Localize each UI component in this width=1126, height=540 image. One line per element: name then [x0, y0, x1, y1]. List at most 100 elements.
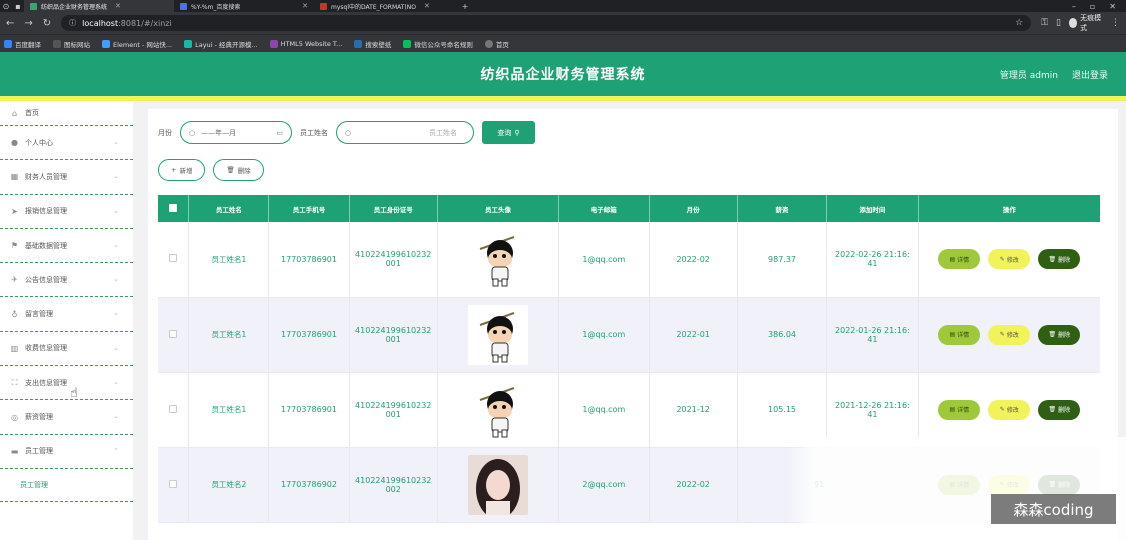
- browser-tab-2[interactable]: mysql中的DATE_FORMAT(NO ✕: [314, 0, 459, 12]
- id-line-1: 410224199610232: [355, 475, 432, 485]
- employee-phone-cell: 17703786902: [268, 447, 350, 523]
- bookmark-item[interactable]: 首页: [484, 39, 509, 49]
- coin-icon: ◎: [11, 412, 18, 422]
- bookmark-star-icon[interactable]: ☆: [1015, 18, 1023, 28]
- avatar-cell: [437, 297, 560, 373]
- sidebar-item-base-data[interactable]: ⚑ 基础数据管理 ⌄: [0, 229, 133, 264]
- row-checkbox[interactable]: [158, 447, 190, 523]
- row-delete-button[interactable]: 🗑删除: [1038, 249, 1081, 270]
- browser-menu-icon[interactable]: ⊙: [0, 0, 12, 12]
- page-title: 纺织品企业财务管理系统: [480, 67, 646, 83]
- chart-icon: ▥: [10, 343, 19, 353]
- sidebar-item-notice[interactable]: ✈ 公告信息管理 ⌄: [0, 263, 133, 298]
- edit-button[interactable]: ✎修改: [988, 324, 1031, 345]
- email-cell: 1@qq.com: [558, 372, 650, 448]
- delete-button[interactable]: 🗑 删除: [213, 159, 264, 181]
- sidebar-item-employee[interactable]: ▬ 员工管理 ⌃: [0, 435, 133, 469]
- detail-button[interactable]: ▤详情: [938, 399, 981, 420]
- logout-link[interactable]: 退出登录: [1072, 68, 1108, 81]
- edit-button[interactable]: ✎修改: [988, 249, 1031, 270]
- detail-button[interactable]: ▤详情: [938, 249, 981, 270]
- bookmark-item[interactable]: 搜索壁纸: [354, 39, 391, 49]
- pencil-icon: ✎: [999, 331, 1005, 338]
- col-header: 员工手机号: [268, 195, 350, 222]
- col-header: 添加时间: [826, 195, 919, 222]
- row-checkbox[interactable]: [158, 222, 190, 298]
- key-icon[interactable]: ⚿: [1041, 18, 1048, 28]
- incognito-badge[interactable]: 无痕模式: [1068, 13, 1103, 33]
- sidepanel-icon[interactable]: ▯: [1056, 18, 1061, 28]
- month-picker[interactable]: ○ ——年—月 ▭: [180, 121, 292, 144]
- new-tab-icon[interactable]: +: [459, 0, 471, 12]
- chevron-down-icon: ⌄: [113, 343, 119, 352]
- row-delete-button[interactable]: 🗑删除: [1038, 399, 1081, 420]
- bookmark-item[interactable]: 图标网站: [53, 39, 90, 49]
- doc-icon: ▤: [949, 255, 956, 263]
- bookmark-item[interactable]: Layui - 经典开源模...: [184, 39, 258, 49]
- calendar-icon[interactable]: ▭: [276, 129, 283, 137]
- close-icon[interactable]: ✕: [424, 2, 430, 10]
- sidebar-item-income[interactable]: ▥ 收费信息管理 ⌄: [0, 332, 133, 367]
- browser-tab-0[interactable]: 纺织品企业财务管理系统 ✕: [24, 0, 174, 12]
- employee-name-input[interactable]: ○ 员工姓名: [336, 121, 474, 144]
- bookmarks-bar: 百度翻译 图标网站 Element - 网站快... Layui - 经典开源模…: [0, 34, 1126, 52]
- url-input[interactable]: ⓘ localhost:8081/#/xinzi ☆: [61, 15, 1032, 31]
- back-icon[interactable]: ←: [6, 18, 14, 29]
- row-checkbox[interactable]: [158, 372, 190, 448]
- minimize-icon[interactable]: –: [1072, 2, 1076, 11]
- bookmark-item[interactable]: 微信公众号命名规则: [403, 39, 473, 49]
- detail-button[interactable]: ▤详情: [938, 324, 981, 345]
- sidebar-item-home[interactable]: ⌂ 首页: [0, 101, 133, 126]
- salary-cell: 386.04: [737, 297, 828, 373]
- avatar-cell: [437, 372, 560, 448]
- employee-name-cell: 员工姓名1: [188, 222, 270, 298]
- close-icon[interactable]: ✕: [302, 2, 308, 10]
- sidebar-item-label: 员工管理: [25, 447, 53, 456]
- time-line-2: 41: [867, 259, 878, 269]
- window-close-icon[interactable]: ✕: [1109, 2, 1116, 11]
- chevron-down-icon: ⌄: [113, 138, 119, 146]
- forward-icon[interactable]: →: [24, 18, 32, 29]
- bookmark-label: Layui - 经典开源模...: [195, 40, 258, 49]
- blur-overlay: [787, 437, 1126, 540]
- site-info-icon[interactable]: ⓘ: [69, 18, 76, 28]
- sidebar-item-reimbursement[interactable]: ➤ 报销信息管理 ⌄: [0, 195, 133, 229]
- tab-search-icon[interactable]: ▪: [12, 0, 24, 12]
- sidebar-item-personal[interactable]: ● 个人中心 ⌄: [0, 126, 133, 161]
- bookmark-item[interactable]: Element - 网站快...: [102, 39, 172, 49]
- close-icon[interactable]: ✕: [115, 2, 121, 10]
- sidebar-item-message[interactable]: ♁ 留言管理 ⌄: [0, 297, 133, 332]
- id-line-2: 001: [385, 409, 401, 419]
- table-row[interactable]: 员工姓名1 17703786901 410224199610232 001 1@qq.c…: [158, 372, 1100, 448]
- browser-tab-1[interactable]: %Y-%m_百度搜索 ✕: [174, 0, 314, 12]
- maximize-icon[interactable]: ▫: [1090, 2, 1095, 11]
- bookmark-favicon-icon: [484, 39, 493, 48]
- bookmark-item[interactable]: HTML5 Website T...: [269, 39, 342, 48]
- col-header: 月份: [649, 195, 738, 222]
- tab-title: 纺织品企业财务管理系统: [41, 3, 108, 11]
- row-delete-button[interactable]: 🗑删除: [1038, 324, 1081, 345]
- bookmark-favicon-icon: [354, 39, 363, 48]
- sidebar-item-salary[interactable]: ◎ 薪资管理 ⌄: [0, 400, 133, 435]
- window-controls: – ▫ ✕: [1072, 2, 1126, 11]
- sidebar-item-expense[interactable]: ⛶ 支出信息管理 ⌄: [0, 366, 133, 401]
- search-bar: 月份 ○ ——年—月 ▭ 员工姓名 ○ 员工姓名 查询 ⚲: [158, 121, 535, 144]
- add-button[interactable]: + 新增: [158, 159, 206, 181]
- bookmark-item[interactable]: 百度翻译: [4, 39, 41, 49]
- edit-button[interactable]: ✎修改: [988, 399, 1031, 420]
- month-cell: 2022-01: [649, 297, 738, 373]
- tab-title: %Y-%m_百度搜索: [191, 3, 241, 11]
- query-button[interactable]: 查询 ⚲: [482, 121, 535, 144]
- more-icon[interactable]: ⋮: [1111, 18, 1120, 28]
- row-checkbox[interactable]: [158, 297, 190, 373]
- chevron-down-icon: ⌄: [113, 275, 119, 284]
- avatar-cell: [437, 222, 560, 298]
- sidebar-item-label: 首页: [25, 109, 39, 117]
- reload-icon[interactable]: ↻: [43, 18, 51, 29]
- sidebar-item-finance-staff[interactable]: ▦ 财务人员管理 ⌄: [0, 160, 133, 195]
- sidebar-subitem-employee[interactable]: 员工管理: [0, 469, 133, 502]
- tab-favicon-icon: [30, 2, 37, 10]
- table-row[interactable]: 员工姓名1 17703786901 410224199610232 001 1@qq.c…: [158, 222, 1100, 298]
- select-all-checkbox[interactable]: [158, 195, 190, 222]
- table-row[interactable]: 员工姓名1 17703786901 410224199610232 001 1@qq.c…: [158, 297, 1100, 373]
